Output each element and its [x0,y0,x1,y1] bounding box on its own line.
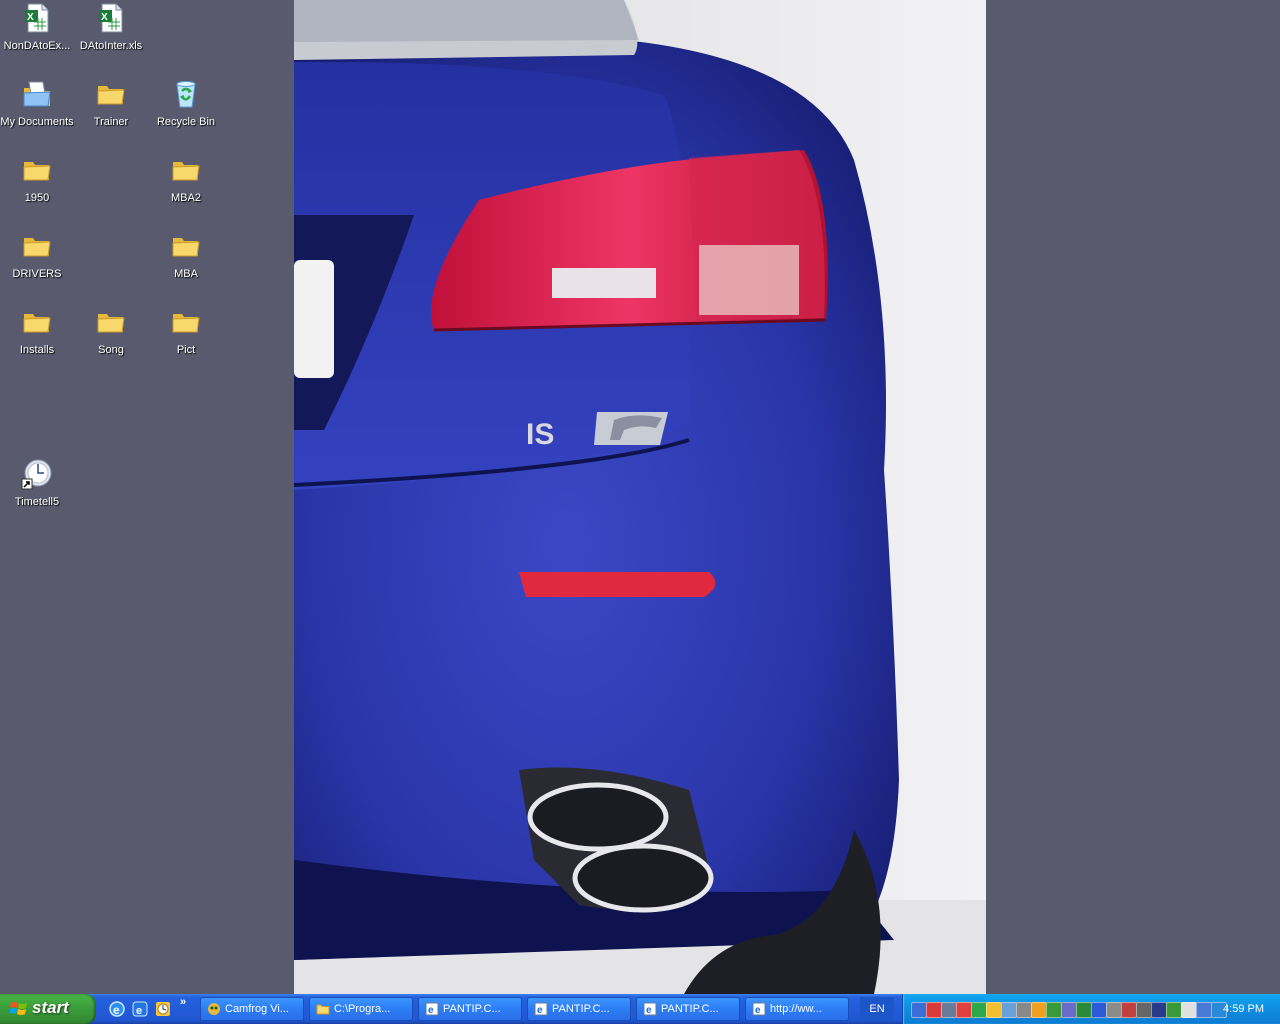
tray-icon[interactable] [911,1002,927,1018]
svg-text:e: e [537,1005,543,1016]
recycle-bin-icon [170,78,202,110]
tray-icon[interactable] [1136,1002,1152,1018]
folder-icon [170,230,202,262]
excel-file-icon: X [21,2,53,34]
desktop-icon-label: Timetell5 [14,496,60,508]
desktop-icon-label: MBA [174,268,198,280]
is-badge-text: IS [526,418,554,451]
ie-icon: e [643,1002,657,1016]
clock-shortcut-icon [21,458,53,490]
tray-icon[interactable] [941,1002,957,1018]
taskbar-button-label: http://ww... [770,1003,822,1015]
desktop-icon-label: Installs [19,344,55,356]
tray-icon[interactable] [1121,1002,1137,1018]
tray-icon[interactable] [956,1002,972,1018]
svg-text:e: e [113,1003,120,1017]
desktop-icon-label: DRIVERS [12,268,62,280]
ie-icon: e [534,1002,548,1016]
ie-icon: e [752,1002,766,1016]
desktop-icon-1950[interactable]: 1950 [0,152,74,224]
windows-flag-icon [10,1002,27,1015]
desktop-icon-trainer[interactable]: Trainer [74,76,148,148]
folder-icon [170,306,202,338]
taskbar-button[interactable]: e PANTIP.C... [636,997,740,1021]
tray-icon[interactable] [1181,1002,1197,1018]
desktop-icon-pict[interactable]: Pict [149,304,223,376]
tray-icon[interactable] [1031,1002,1047,1018]
clock-icon[interactable] [154,1000,172,1018]
desktop-icon-label: Song [98,344,124,356]
taskbar-button[interactable]: e PANTIP.C... [418,997,522,1021]
tray-icon[interactable] [926,1002,942,1018]
taskbar-button[interactable]: e http://ww... [745,997,849,1021]
my-documents-icon [21,78,53,110]
desktop-icon-label: NonDAtoEx... [3,40,71,52]
tray-icon[interactable] [1166,1002,1182,1018]
folder-icon [21,306,53,338]
taskbar-button-label: PANTIP.C... [443,1003,501,1015]
desktop-icon-label: DAtoInter.xls [79,40,143,52]
tray-icon[interactable] [971,1002,987,1018]
tray-icon[interactable] [1061,1002,1077,1018]
start-label: start [32,998,69,1017]
ie-icon[interactable]: e [108,1000,126,1018]
svg-text:e: e [136,1005,142,1017]
taskbar-button[interactable]: C:\Progra... [309,997,413,1021]
excel-file-icon: X [95,2,127,34]
desktop-icon-recycle-bin[interactable]: Recycle Bin [149,76,223,148]
taskbar-button-label: C:\Progra... [334,1003,391,1015]
folder-icon [170,154,202,186]
desktop-icon-song[interactable]: Song [74,304,148,376]
system-tray: 4:59 PM [902,994,1280,1024]
desktop-icon-label: Pict [176,344,196,356]
taskbar-button-label: PANTIP.C... [661,1003,719,1015]
desktop-icon-datointer-xls[interactable]: X DAtoInter.xls [74,0,148,72]
folder-icon [21,230,53,262]
svg-text:e: e [428,1005,434,1016]
tray-icon[interactable] [986,1002,1002,1018]
car-rear-image: IS [294,0,986,994]
desktop-icon-mba[interactable]: MBA [149,228,223,300]
tray-icon[interactable] [1016,1002,1032,1018]
tray-icon[interactable] [1091,1002,1107,1018]
svg-text:e: e [646,1005,652,1016]
wallpaper: IS [294,0,986,994]
taskbar-button-label: Camfrog Vi... [225,1003,289,1015]
desktop-icon-label: My Documents [0,116,74,128]
folder-icon [21,154,53,186]
language-indicator[interactable]: EN [860,997,894,1021]
desktop-icon-label: Recycle Bin [156,116,216,128]
desktop-icon-my-documents[interactable]: My Documents [0,76,74,148]
desktop-icon-drivers[interactable]: DRIVERS [0,228,74,300]
tray-icon[interactable] [1106,1002,1122,1018]
tray-icon[interactable] [1046,1002,1062,1018]
desktop-icon-nondatoex[interactable]: X NonDAtoEx... [0,0,74,72]
desktop-icon-label: MBA2 [171,192,201,204]
tray-icon[interactable] [1196,1002,1212,1018]
taskbar: start e e » Camfrog Vi... C:\Progra... e PA… [0,994,1280,1024]
quick-launch-more-button[interactable]: » [180,996,186,1008]
desktop-icon-installs[interactable]: Installs [0,304,74,376]
desktop-icon-label: 1950 [24,192,50,204]
folder-icon [95,306,127,338]
desktop-icon-timetell5[interactable]: Timetell5 [0,456,74,528]
tray-icon[interactable] [1151,1002,1167,1018]
desktop-icon-mba2[interactable]: MBA2 [149,152,223,224]
ie-icon: e [425,1002,439,1016]
browser-icon[interactable]: e [131,1000,149,1018]
taskbar-button-label: PANTIP.C... [552,1003,610,1015]
tray-icon[interactable] [1001,1002,1017,1018]
taskbar-button[interactable]: e PANTIP.C... [527,997,631,1021]
svg-text:X: X [27,12,34,23]
tray-icon[interactable] [1076,1002,1092,1018]
taskbar-button[interactable]: Camfrog Vi... [200,997,304,1021]
camfrog-icon [207,1002,221,1016]
folder-icon [95,78,127,110]
folder-icon [316,1002,330,1016]
desktop-icon-label: Trainer [93,116,129,128]
start-button[interactable]: start [0,994,96,1024]
svg-text:X: X [101,12,108,23]
clock[interactable]: 4:59 PM [1223,1003,1264,1015]
svg-text:e: e [755,1005,761,1016]
